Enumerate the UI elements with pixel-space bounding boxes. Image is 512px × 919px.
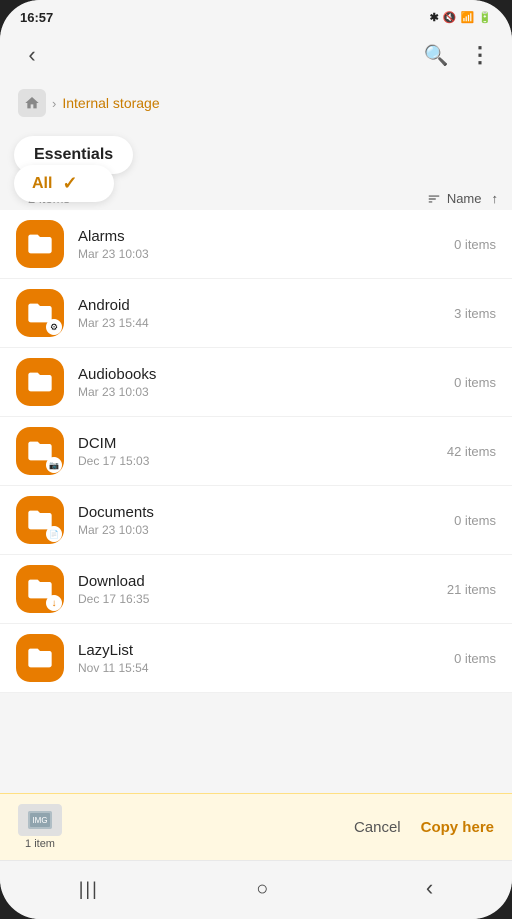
android-badge-icon: ⚙	[46, 319, 62, 335]
folder-icon-lazylist	[16, 634, 64, 682]
file-count: 0 items	[454, 237, 496, 252]
file-date: Mar 23 15:44	[78, 316, 440, 330]
status-bar: 16:57 ✱ 🔇 📶 🔋	[0, 0, 512, 31]
list-item[interactable]: 📄 Documents Mar 23 10:03 0 items	[0, 486, 512, 555]
nav-back-button[interactable]: ‹	[410, 871, 449, 905]
svg-text:IMG: IMG	[32, 816, 47, 825]
file-info-documents: Documents Mar 23 10:03	[78, 504, 440, 537]
file-date: Nov 11 15:54	[78, 661, 440, 675]
essentials-label: Essentials	[34, 146, 113, 163]
file-date: Mar 23 10:03	[78, 385, 440, 399]
file-date: Dec 17 15:03	[78, 454, 433, 468]
cancel-button[interactable]: Cancel	[354, 819, 401, 836]
selected-count-label: 1 item	[25, 838, 55, 850]
folder-icon-documents: 📄	[16, 496, 64, 544]
bottom-action-bar: IMG 1 item Cancel Copy here	[0, 793, 512, 860]
list-item[interactable]: Audiobooks Mar 23 10:03 0 items	[0, 348, 512, 417]
nav-back-icon: ‹	[426, 875, 433, 900]
home-icon[interactable]	[18, 89, 46, 117]
file-name: Alarms	[78, 228, 440, 245]
toolbar-left: ‹	[12, 35, 52, 75]
file-count: 0 items	[454, 651, 496, 666]
status-time: 16:57	[20, 10, 53, 25]
folder-icon-alarms	[16, 220, 64, 268]
toolbar-right: 🔍 ⋮	[416, 35, 500, 75]
sort-name-label[interactable]: Name	[427, 191, 482, 206]
folder-icon-audiobooks	[16, 358, 64, 406]
thumbnail-icon: IMG	[18, 804, 62, 836]
list-item[interactable]: 📷 DCIM Dec 17 15:03 42 items	[0, 417, 512, 486]
filter-label: All	[32, 175, 52, 193]
file-count: 42 items	[447, 444, 496, 459]
file-name: DCIM	[78, 435, 433, 452]
file-name: Documents	[78, 504, 440, 521]
nav-home-button[interactable]: ○	[240, 871, 284, 905]
file-count: 0 items	[454, 513, 496, 528]
list-item[interactable]: ⚙ Android Mar 23 15:44 3 items	[0, 279, 512, 348]
breadcrumb-arrow: ›	[52, 96, 56, 111]
file-info-android: Android Mar 23 15:44	[78, 297, 440, 330]
file-list: Alarms Mar 23 10:03 0 items ⚙ Android Ma…	[0, 210, 512, 793]
phone-frame: 16:57 ✱ 🔇 📶 🔋 ‹ 🔍 ⋮	[0, 0, 512, 919]
file-count: 3 items	[454, 306, 496, 321]
bottom-actions-right: Cancel Copy here	[354, 819, 494, 836]
copy-here-button[interactable]: Copy here	[421, 819, 494, 836]
back-icon: ‹	[28, 42, 35, 68]
documents-badge-icon: 📄	[46, 526, 62, 542]
status-icons: ✱ 🔇 📶 🔋	[430, 11, 492, 24]
more-icon: ⋮	[469, 42, 491, 68]
search-button[interactable]: 🔍	[416, 35, 456, 75]
list-item[interactable]: LazyList Nov 11 15:54 0 items	[0, 624, 512, 693]
file-info-download: Download Dec 17 16:35	[78, 573, 433, 606]
dcim-badge-icon: 📷	[46, 457, 62, 473]
list-item[interactable]: ↓ Download Dec 17 16:35 21 items	[0, 555, 512, 624]
breadcrumb: › Internal storage	[0, 83, 512, 127]
toolbar: ‹ 🔍 ⋮	[0, 31, 512, 83]
file-date: Mar 23 10:03	[78, 523, 440, 537]
file-info-alarms: Alarms Mar 23 10:03	[78, 228, 440, 261]
file-count: 0 items	[454, 375, 496, 390]
battery-icon: 🔋	[478, 11, 492, 24]
more-button[interactable]: ⋮	[460, 35, 500, 75]
back-button[interactable]: ‹	[12, 35, 52, 75]
nav-menu-button[interactable]: |||	[63, 871, 115, 905]
file-info-dcim: DCIM Dec 17 15:03	[78, 435, 433, 468]
breadcrumb-label[interactable]: Internal storage	[62, 95, 159, 111]
download-badge-icon: ↓	[46, 595, 62, 611]
file-name: Audiobooks	[78, 366, 440, 383]
folder-icon-download: ↓	[16, 565, 64, 613]
mute-icon: 🔇	[443, 11, 457, 24]
file-date: Mar 23 10:03	[78, 247, 440, 261]
nav-home-icon: ○	[256, 878, 268, 900]
sort-arrow-icon[interactable]: ↑	[492, 191, 499, 206]
file-date: Dec 17 16:35	[78, 592, 433, 606]
file-name: Android	[78, 297, 440, 314]
file-count: 21 items	[447, 582, 496, 597]
search-icon: 🔍	[424, 43, 449, 68]
file-name: LazyList	[78, 642, 440, 659]
folder-icon-android: ⚙	[16, 289, 64, 337]
selected-item-thumbnail: IMG 1 item	[18, 804, 62, 850]
bluetooth-icon: ✱	[430, 11, 439, 24]
file-info-lazylist: LazyList Nov 11 15:54	[78, 642, 440, 675]
nav-bar: ||| ○ ‹	[0, 860, 512, 919]
wifi-icon: 📶	[461, 11, 475, 24]
filter-check-icon: ✓	[62, 173, 77, 194]
sort-name-text: Name	[447, 191, 482, 206]
nav-menu-icon: |||	[79, 879, 99, 899]
filter-dropdown[interactable]: All ✓	[14, 165, 114, 202]
list-item[interactable]: Alarms Mar 23 10:03 0 items	[0, 210, 512, 279]
file-info-audiobooks: Audiobooks Mar 23 10:03	[78, 366, 440, 399]
folder-icon-dcim: 📷	[16, 427, 64, 475]
file-name: Download	[78, 573, 433, 590]
